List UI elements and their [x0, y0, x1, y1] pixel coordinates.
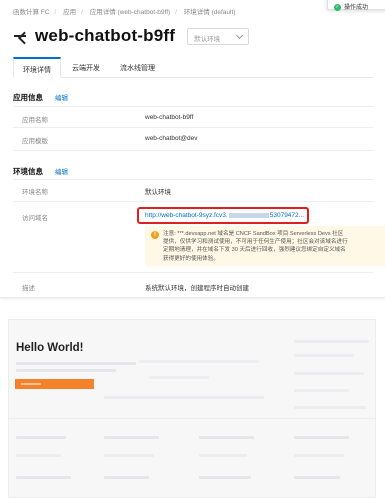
placeholder-text [16, 362, 136, 365]
app-template-label: 应用模版 [22, 138, 48, 145]
notice-line: 提供，仅供学习和测试使用，不可用于任何生产使用；社区会对该域名进行 [163, 239, 348, 246]
tab-pipeline-management[interactable]: 流水线管理 [111, 57, 164, 78]
breadcrumb-item[interactable]: 应用详情 (web-chatbot-b9ff) [90, 9, 170, 16]
breadcrumb-item[interactable]: 函数计算 FC [13, 9, 49, 16]
divider [13, 201, 373, 202]
placeholder-text [139, 360, 259, 363]
environment-select-value: 默认环境 [194, 35, 221, 43]
notice-line: 获得更好的使用体验。 [163, 255, 219, 262]
divider [13, 150, 373, 151]
notice-line: 定期地清理，并在域名下发 30 天后进行回收，强烈建议您绑定自定义域名 [163, 247, 346, 254]
domain-notice: ! 注意: ***.devsapp.net 域名是 CNCF SandBox 项… [145, 226, 385, 266]
placeholder-text [294, 406, 366, 409]
placeholder-text [199, 454, 247, 457]
placeholder-text [16, 369, 116, 372]
redacted-segment [228, 212, 269, 218]
placeholder-text [16, 436, 66, 439]
placeholder-text [16, 476, 71, 479]
app-info-heading: 应用信息 编辑 [13, 92, 68, 103]
console-panel: 函数计算 FC / 应用 / 应用详情 (web-chatbot-b9ff) / 环境… [0, 0, 385, 298]
app-name-value: web-chatbot-b9ff [145, 114, 194, 121]
tab-bar: 环境详情 云端开发 流水线管理 [13, 57, 373, 78]
divider [13, 272, 373, 273]
placeholder-text [294, 372, 364, 375]
placeholder-text [104, 436, 159, 439]
app-preview: Hello World! [8, 319, 376, 498]
toast-text: 操作成功 [344, 5, 369, 11]
back-arrow-icon[interactable] [13, 29, 27, 43]
success-toast: ✓ 操作成功 [327, 0, 385, 11]
notice-line: 注意: ***.devsapp.net 域名是 CNCF SandBox 项目 … [163, 231, 344, 237]
placeholder-text [294, 340, 369, 343]
env-info-edit-link[interactable]: 编辑 [55, 169, 68, 176]
environment-select[interactable]: 默认环境 [187, 27, 250, 45]
placeholder-text [199, 476, 251, 479]
env-name-value: 默认环境 [145, 189, 171, 196]
app-name-label: 应用名称 [22, 117, 48, 124]
preview-title: Hello World! [16, 342, 84, 354]
divider [13, 179, 373, 180]
access-domain-link[interactable]: http://web-chatbot-9syz.fcv3. 53079472... [145, 212, 304, 219]
placeholder-text [294, 354, 354, 357]
env-name-label: 环境名称 [22, 189, 48, 196]
chevron-down-icon [236, 31, 244, 39]
env-info-heading: 环境信息 编辑 [13, 166, 68, 177]
placeholder-text [104, 396, 264, 399]
app-info-title: 应用信息 [13, 93, 43, 102]
description-label: 描述 [22, 285, 35, 292]
description-value: 系统默认环境，创建程序时自动创建 [145, 285, 249, 292]
divider [13, 106, 373, 107]
preview-primary-button[interactable] [15, 379, 94, 389]
page-title: web-chatbot-b9ff [35, 26, 176, 45]
placeholder-text [294, 436, 349, 439]
placeholder-text [294, 389, 349, 392]
warning-icon: ! [151, 231, 159, 239]
access-domain-prefix: http://web-chatbot-9syz.fcv3. [145, 212, 228, 219]
breadcrumb-item: 环境详情 (default) [183, 9, 236, 16]
access-domain-label: 访问域名 [22, 215, 48, 222]
placeholder-divider [9, 418, 375, 419]
placeholder-text [294, 476, 340, 479]
placeholder-text [16, 454, 61, 457]
placeholder-text [104, 476, 149, 479]
tab-environment-details[interactable]: 环境详情 [13, 57, 61, 78]
title-row: web-chatbot-b9ff 默认环境 [13, 25, 250, 47]
access-domain-suffix: 53079472... [269, 212, 305, 219]
breadcrumb-item[interactable]: 应用 [63, 9, 76, 16]
placeholder-text [104, 454, 154, 457]
env-info-title: 环境信息 [13, 167, 43, 176]
app-info-edit-link[interactable]: 编辑 [55, 95, 68, 102]
breadcrumb: 函数计算 FC / 应用 / 应用详情 (web-chatbot-b9ff) / 环境… [13, 9, 236, 16]
check-icon: ✓ [334, 3, 341, 11]
placeholder-text [199, 436, 254, 439]
tab-cloud-development[interactable]: 云端开发 [63, 57, 109, 78]
placeholder-text [294, 454, 344, 457]
placeholder-text [149, 376, 209, 379]
app-template-value: web-chatbot@dev [145, 135, 198, 142]
divider [13, 127, 373, 128]
